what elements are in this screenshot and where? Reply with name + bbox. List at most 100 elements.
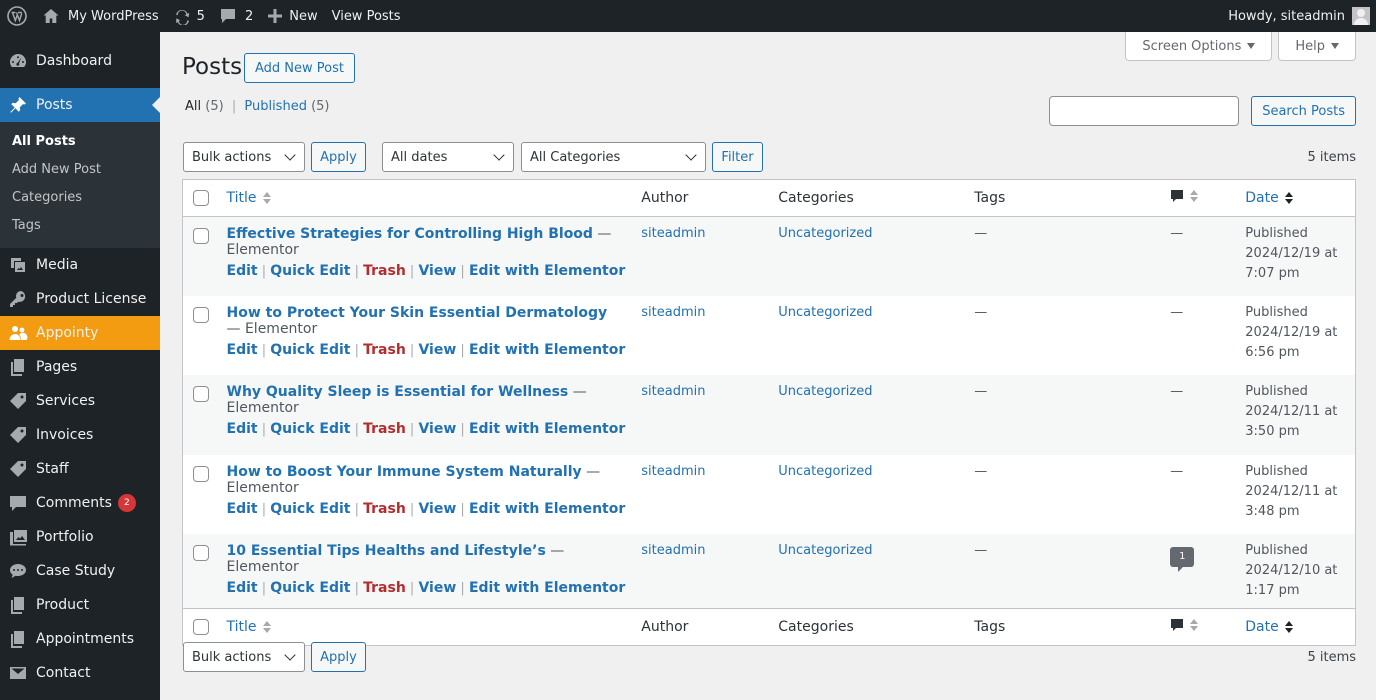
comments-column-sort[interactable] (1170, 189, 1199, 203)
admin-menu: Dashboard Posts All Posts Add New Post C… (0, 32, 160, 700)
my-account[interactable]: Howdy, siteadmin (1228, 0, 1376, 32)
edit-with-elementor-link[interactable]: Edit with Elementor (469, 342, 625, 358)
author-link[interactable]: siteadmin (641, 226, 705, 241)
view-link[interactable]: View (418, 580, 456, 596)
submenu-tags[interactable]: Tags (0, 212, 160, 240)
trash-link[interactable]: Trash (363, 580, 406, 596)
edit-with-elementor-link[interactable]: Edit with Elementor (469, 580, 625, 596)
category-link[interactable]: Uncategorized (778, 543, 872, 558)
wordpress-logo-icon[interactable] (0, 0, 35, 32)
new-content-link[interactable]: New (260, 0, 324, 32)
edit-link[interactable]: Edit (227, 501, 258, 517)
view-link[interactable]: View (418, 342, 456, 358)
quick-edit-link[interactable]: Quick Edit (270, 263, 350, 279)
author-link[interactable]: siteadmin (641, 464, 705, 479)
comment-count-bubble[interactable]: 1 (1170, 546, 1195, 572)
post-title-link[interactable]: 10 Essential Tips Healths and Lifestyle’… (227, 543, 546, 559)
comments-column-sort[interactable] (1170, 618, 1199, 632)
post-title-link[interactable]: How to Boost Your Immune System Naturall… (227, 464, 582, 480)
edit-with-elementor-link[interactable]: Edit with Elementor (469, 263, 625, 279)
row-checkbox[interactable] (193, 228, 209, 244)
howdy-label: Howdy, siteadmin (1228, 8, 1345, 24)
category-link[interactable]: Uncategorized (778, 384, 872, 399)
dates-select[interactable]: All dates (382, 142, 514, 172)
table-row: 10 Essential Tips Healths and Lifestyle’… (182, 533, 1356, 608)
post-title-link[interactable]: How to Protect Your Skin Essential Derma… (227, 305, 608, 321)
category-link[interactable]: Uncategorized (778, 464, 872, 479)
trash-link[interactable]: Trash (363, 263, 406, 279)
bulk-actions-select[interactable]: Bulk actions (183, 642, 305, 672)
quick-edit-link[interactable]: Quick Edit (270, 342, 350, 358)
submenu-all-posts[interactable]: All Posts (0, 128, 160, 156)
post-date: 2024/12/11 at 3:48 pm (1245, 483, 1338, 519)
category-link[interactable]: Uncategorized (778, 226, 872, 241)
row-checkbox[interactable] (193, 465, 209, 482)
date-column-sort[interactable]: Date (1245, 190, 1293, 206)
search-posts-button[interactable]: Search Posts (1251, 96, 1356, 126)
row-checkbox[interactable] (193, 544, 209, 561)
apply-button[interactable]: Apply (311, 642, 366, 672)
menu-item-appointy[interactable]: Appointy (0, 316, 160, 350)
title-column-sort[interactable]: Title (227, 619, 271, 635)
post-title-link[interactable]: Effective Strategies for Controlling Hig… (227, 226, 593, 242)
menu-item-case-study[interactable]: Case Study (0, 554, 160, 588)
category-link[interactable]: Uncategorized (778, 305, 872, 320)
menu-item-invoices[interactable]: Invoices (0, 418, 160, 452)
select-all-checkbox[interactable] (193, 618, 209, 635)
edit-link[interactable]: Edit (227, 342, 258, 358)
updates-link[interactable]: 5 (166, 0, 212, 32)
edit-link[interactable]: Edit (227, 580, 258, 596)
comments-link[interactable]: 2 (212, 0, 260, 32)
row-checkbox[interactable] (193, 385, 209, 402)
menu-item-product-license[interactable]: Product License (0, 282, 160, 316)
menu-item-portfolio[interactable]: Portfolio (0, 520, 160, 554)
menu-item-comments[interactable]: Comments 2 (0, 486, 160, 520)
edit-link[interactable]: Edit (227, 263, 258, 279)
site-name-link[interactable]: My WordPress (35, 0, 166, 32)
author-link[interactable]: siteadmin (641, 384, 705, 399)
menu-item-appointments[interactable]: Appointments (0, 622, 160, 656)
trash-link[interactable]: Trash (363, 501, 406, 517)
row-checkbox[interactable] (193, 306, 209, 323)
filter-all-link[interactable]: All (5) (185, 99, 224, 114)
menu-item-product[interactable]: Product (0, 588, 160, 622)
quick-edit-link[interactable]: Quick Edit (270, 580, 350, 596)
bulk-actions-select[interactable]: Bulk actions (183, 142, 305, 172)
menu-item-staff[interactable]: Staff (0, 452, 160, 486)
add-new-post-button[interactable]: Add New Post (244, 53, 355, 83)
menu-label: Pages (36, 359, 78, 375)
submenu-categories[interactable]: Categories (0, 184, 160, 212)
menu-item-contact[interactable]: Contact (0, 656, 160, 690)
view-link[interactable]: View (418, 501, 456, 517)
filter-published-link[interactable]: Published (5) (244, 99, 329, 114)
menu-item-posts[interactable]: Posts (0, 88, 160, 122)
quick-edit-link[interactable]: Quick Edit (270, 421, 350, 437)
filter-button[interactable]: Filter (712, 142, 763, 172)
menu-item-media[interactable]: Media (0, 248, 160, 282)
menu-item-pages[interactable]: Pages (0, 350, 160, 384)
select-all-checkbox[interactable] (193, 190, 209, 206)
categories-select[interactable]: All Categories (521, 142, 706, 172)
date-column-sort[interactable]: Date (1245, 619, 1293, 635)
trash-link[interactable]: Trash (363, 421, 406, 437)
screen-options-button[interactable]: Screen Options (1125, 32, 1273, 61)
apply-button[interactable]: Apply (311, 142, 366, 172)
tags-value: — (974, 226, 988, 241)
author-link[interactable]: siteadmin (641, 543, 705, 558)
view-link[interactable]: View (418, 263, 456, 279)
author-link[interactable]: siteadmin (641, 305, 705, 320)
edit-link[interactable]: Edit (227, 421, 258, 437)
edit-with-elementor-link[interactable]: Edit with Elementor (469, 421, 625, 437)
post-title-link[interactable]: Why Quality Sleep is Essential for Welln… (227, 384, 569, 400)
search-input[interactable] (1049, 96, 1240, 126)
menu-item-services[interactable]: Services (0, 384, 160, 418)
help-button[interactable]: Help (1278, 32, 1356, 61)
menu-item-dashboard[interactable]: Dashboard (0, 44, 160, 78)
view-posts-link[interactable]: View Posts (325, 0, 408, 32)
quick-edit-link[interactable]: Quick Edit (270, 501, 350, 517)
submenu-add-new-post[interactable]: Add New Post (0, 156, 160, 184)
view-link[interactable]: View (418, 421, 456, 437)
title-column-sort[interactable]: Title (227, 190, 271, 206)
edit-with-elementor-link[interactable]: Edit with Elementor (469, 501, 625, 517)
trash-link[interactable]: Trash (363, 342, 406, 358)
